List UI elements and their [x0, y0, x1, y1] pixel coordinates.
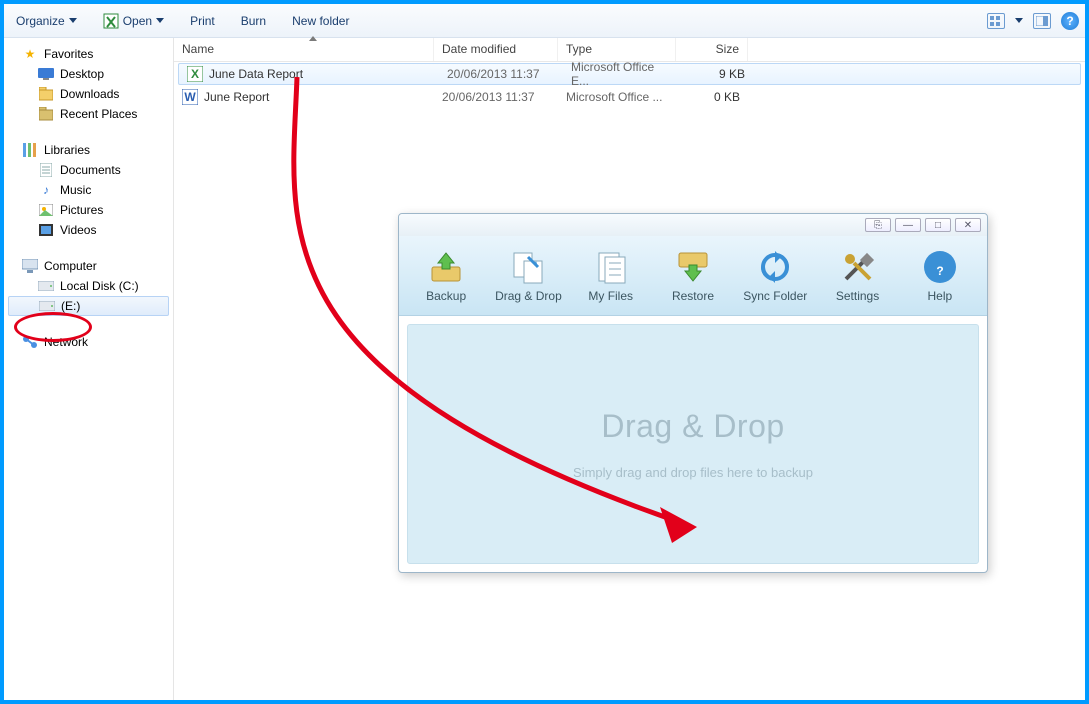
nav-libraries[interactable]: Libraries [4, 140, 173, 160]
nav-item-documents[interactable]: Documents [4, 160, 173, 180]
help-icon: ? [922, 249, 958, 285]
file-size: 0 KB [676, 90, 748, 104]
libraries-icon [22, 142, 38, 158]
word-file-icon: W [182, 89, 198, 105]
nav-item-downloads[interactable]: Downloads [4, 84, 173, 104]
computer-icon [22, 258, 38, 274]
nav-item-pictures[interactable]: Pictures [4, 200, 173, 220]
svg-text:X: X [191, 67, 199, 81]
print-button[interactable]: Print [184, 11, 221, 31]
svg-text:W: W [184, 90, 196, 104]
col-name[interactable]: Name [174, 38, 434, 61]
music-icon: ♪ [38, 182, 54, 198]
downloads-icon [38, 86, 54, 102]
documents-icon [38, 162, 54, 178]
file-date: 20/06/2013 11:37 [434, 90, 558, 104]
backup-tb-sync[interactable]: Sync Folder [737, 249, 813, 303]
file-row[interactable]: W June Report 20/06/2013 11:37Microsoft Of… [174, 86, 1085, 108]
nav-item-desktop[interactable]: Desktop [4, 64, 173, 84]
col-size[interactable]: Size [676, 38, 748, 61]
preview-pane-button[interactable] [1033, 13, 1051, 29]
view-options-button[interactable] [987, 13, 1005, 29]
sync-icon [757, 249, 793, 285]
backup-tb-settings[interactable]: Settings [820, 249, 896, 303]
videos-icon [38, 222, 54, 238]
close-button[interactable]: ✕ [955, 218, 981, 232]
nav-favorites[interactable]: ★Favorites [4, 44, 173, 64]
open-menu[interactable]: Open [97, 10, 170, 32]
help-icon[interactable]: ? [1061, 12, 1079, 30]
maximize-button[interactable]: □ [925, 218, 951, 232]
file-date: 20/06/2013 11:37 [439, 67, 563, 81]
drop-subtitle: Simply drag and drop files here to backu… [573, 465, 813, 480]
backup-tb-my-files[interactable]: My Files [573, 249, 649, 303]
excel-file-icon: X [187, 66, 203, 82]
pin-button[interactable]: ⎘ [865, 218, 891, 232]
chevron-down-icon [156, 18, 164, 23]
files-icon [593, 249, 629, 285]
explorer-toolbar: Organize Open Print Burn New folder ? [4, 4, 1085, 38]
excel-icon [103, 13, 119, 29]
drive-icon [38, 278, 54, 294]
col-date[interactable]: Date modified [434, 38, 558, 61]
drive-icon [39, 298, 55, 314]
nav-item-videos[interactable]: Videos [4, 220, 173, 240]
nav-computer[interactable]: Computer [4, 256, 173, 276]
organize-menu[interactable]: Organize [10, 11, 83, 31]
file-name: June Report [204, 90, 269, 104]
pictures-icon [38, 202, 54, 218]
backup-tb-drag-drop[interactable]: Drag & Drop [490, 249, 566, 303]
backup-tb-help[interactable]: ?Help [902, 249, 978, 303]
file-name: June Data Report [209, 67, 303, 81]
nav-item-drive-e[interactable]: (E:) [8, 296, 169, 316]
drop-area[interactable]: Drag & Drop Simply drag and drop files h… [407, 324, 979, 564]
settings-icon [840, 249, 876, 285]
network-icon [22, 334, 38, 350]
drag-drop-icon [510, 249, 546, 285]
burn-button[interactable]: Burn [235, 11, 272, 31]
restore-icon [675, 249, 711, 285]
file-type: Microsoft Office E... [563, 60, 681, 88]
backup-titlebar[interactable]: ⎘ — □ ✕ [399, 214, 987, 236]
drop-title: Drag & Drop [601, 408, 784, 445]
nav-item-recent-places[interactable]: Recent Places [4, 104, 173, 124]
nav-network[interactable]: Network [4, 332, 173, 352]
star-icon: ★ [22, 46, 38, 62]
recent-places-icon [38, 106, 54, 122]
col-type[interactable]: Type [558, 38, 676, 61]
backup-toolbar: Backup Drag & Drop My Files Restore Sync… [399, 236, 987, 316]
file-type: Microsoft Office ... [558, 90, 676, 104]
sort-ascending-icon [309, 36, 317, 41]
nav-item-local-disk-c[interactable]: Local Disk (C:) [4, 276, 173, 296]
new-folder-button[interactable]: New folder [286, 11, 355, 31]
chevron-down-icon [69, 18, 77, 23]
backup-icon [428, 249, 464, 285]
backup-tb-restore[interactable]: Restore [655, 249, 731, 303]
file-size: 9 KB [681, 67, 753, 81]
file-row[interactable]: X June Data Report 20/06/2013 11:37Microso… [178, 63, 1081, 85]
backup-tb-backup[interactable]: Backup [408, 249, 484, 303]
desktop-icon [38, 66, 54, 82]
backup-app-window: ⎘ — □ ✕ Backup Drag & Drop My Files Rest… [398, 213, 988, 573]
chevron-down-icon [1015, 18, 1023, 23]
svg-text:?: ? [936, 264, 943, 278]
column-header[interactable]: Name Date modified Type Size [174, 38, 1085, 62]
nav-item-music[interactable]: ♪Music [4, 180, 173, 200]
navigation-pane: ★Favorites Desktop Downloads Recent Plac… [4, 38, 174, 700]
minimize-button[interactable]: — [895, 218, 921, 232]
